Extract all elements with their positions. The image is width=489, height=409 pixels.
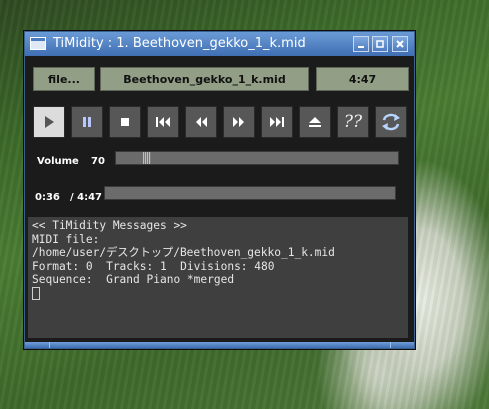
volume-value: 70: [91, 156, 105, 167]
volume-slider-thumb[interactable]: [143, 152, 151, 164]
rewind-icon: [196, 117, 207, 127]
eject-icon: [309, 117, 321, 127]
rewind-button[interactable]: [185, 106, 217, 138]
messages-pane[interactable]: << TiMidity Messages >> MIDI file:/home/u…: [28, 217, 408, 338]
stop-button[interactable]: [109, 106, 141, 138]
minimize-icon: [358, 46, 364, 48]
window-title: TiMidity : 1. Beethoven_gekko_1_k.mid: [53, 36, 306, 51]
maximize-icon: [376, 40, 384, 48]
skip-next-icon: [270, 117, 284, 127]
next-track-button[interactable]: [261, 106, 293, 138]
close-button[interactable]: [392, 36, 408, 52]
message-line: Sequence: Grand Piano *merged: [32, 273, 235, 287]
elapsed-time: 0:36: [35, 192, 60, 203]
fast-forward-button[interactable]: [223, 106, 255, 138]
position-slider[interactable]: [104, 186, 396, 200]
close-icon: [396, 40, 404, 48]
pause-button[interactable]: [71, 106, 103, 138]
filename-display: Beethoven_gekko_1_k.mid: [100, 67, 309, 91]
play-icon: [45, 116, 54, 128]
maximize-button[interactable]: [372, 36, 388, 52]
volume-slider[interactable]: [115, 151, 399, 165]
message-line: MIDI file:: [32, 232, 100, 246]
file-button[interactable]: file...: [33, 67, 95, 91]
volume-label: Volume: [37, 156, 79, 167]
text-cursor: [32, 286, 40, 300]
play-button[interactable]: [33, 106, 65, 138]
eject-button[interactable]: [299, 106, 331, 138]
timidity-window: TiMidity : 1. Beethoven_gekko_1_k.mid fi…: [24, 31, 415, 349]
total-time: / 4:47: [70, 192, 103, 203]
minimize-button[interactable]: [353, 36, 369, 52]
message-line: /home/user/デスクトップ/Beethoven_gekko_1_k.mi…: [32, 246, 335, 260]
title-bar[interactable]: TiMidity : 1. Beethoven_gekko_1_k.mid: [25, 32, 414, 56]
message-line: Format: 0 Tracks: 1 Divisions: 480: [32, 259, 275, 273]
previous-track-button[interactable]: [147, 106, 179, 138]
repeat-button[interactable]: [375, 106, 407, 138]
help-button[interactable]: ??: [337, 106, 369, 138]
stop-icon: [121, 118, 129, 126]
skip-previous-icon: [156, 117, 170, 127]
duration-display: 4:47: [316, 67, 409, 91]
app-window-icon[interactable]: [30, 37, 46, 50]
window-bottom-border[interactable]: [25, 342, 414, 348]
help-icon: ??: [343, 112, 363, 132]
repeat-icon: [382, 113, 400, 131]
fast-forward-icon: [233, 117, 244, 127]
pause-icon: [83, 117, 91, 127]
message-line: << TiMidity Messages >>: [32, 219, 187, 232]
